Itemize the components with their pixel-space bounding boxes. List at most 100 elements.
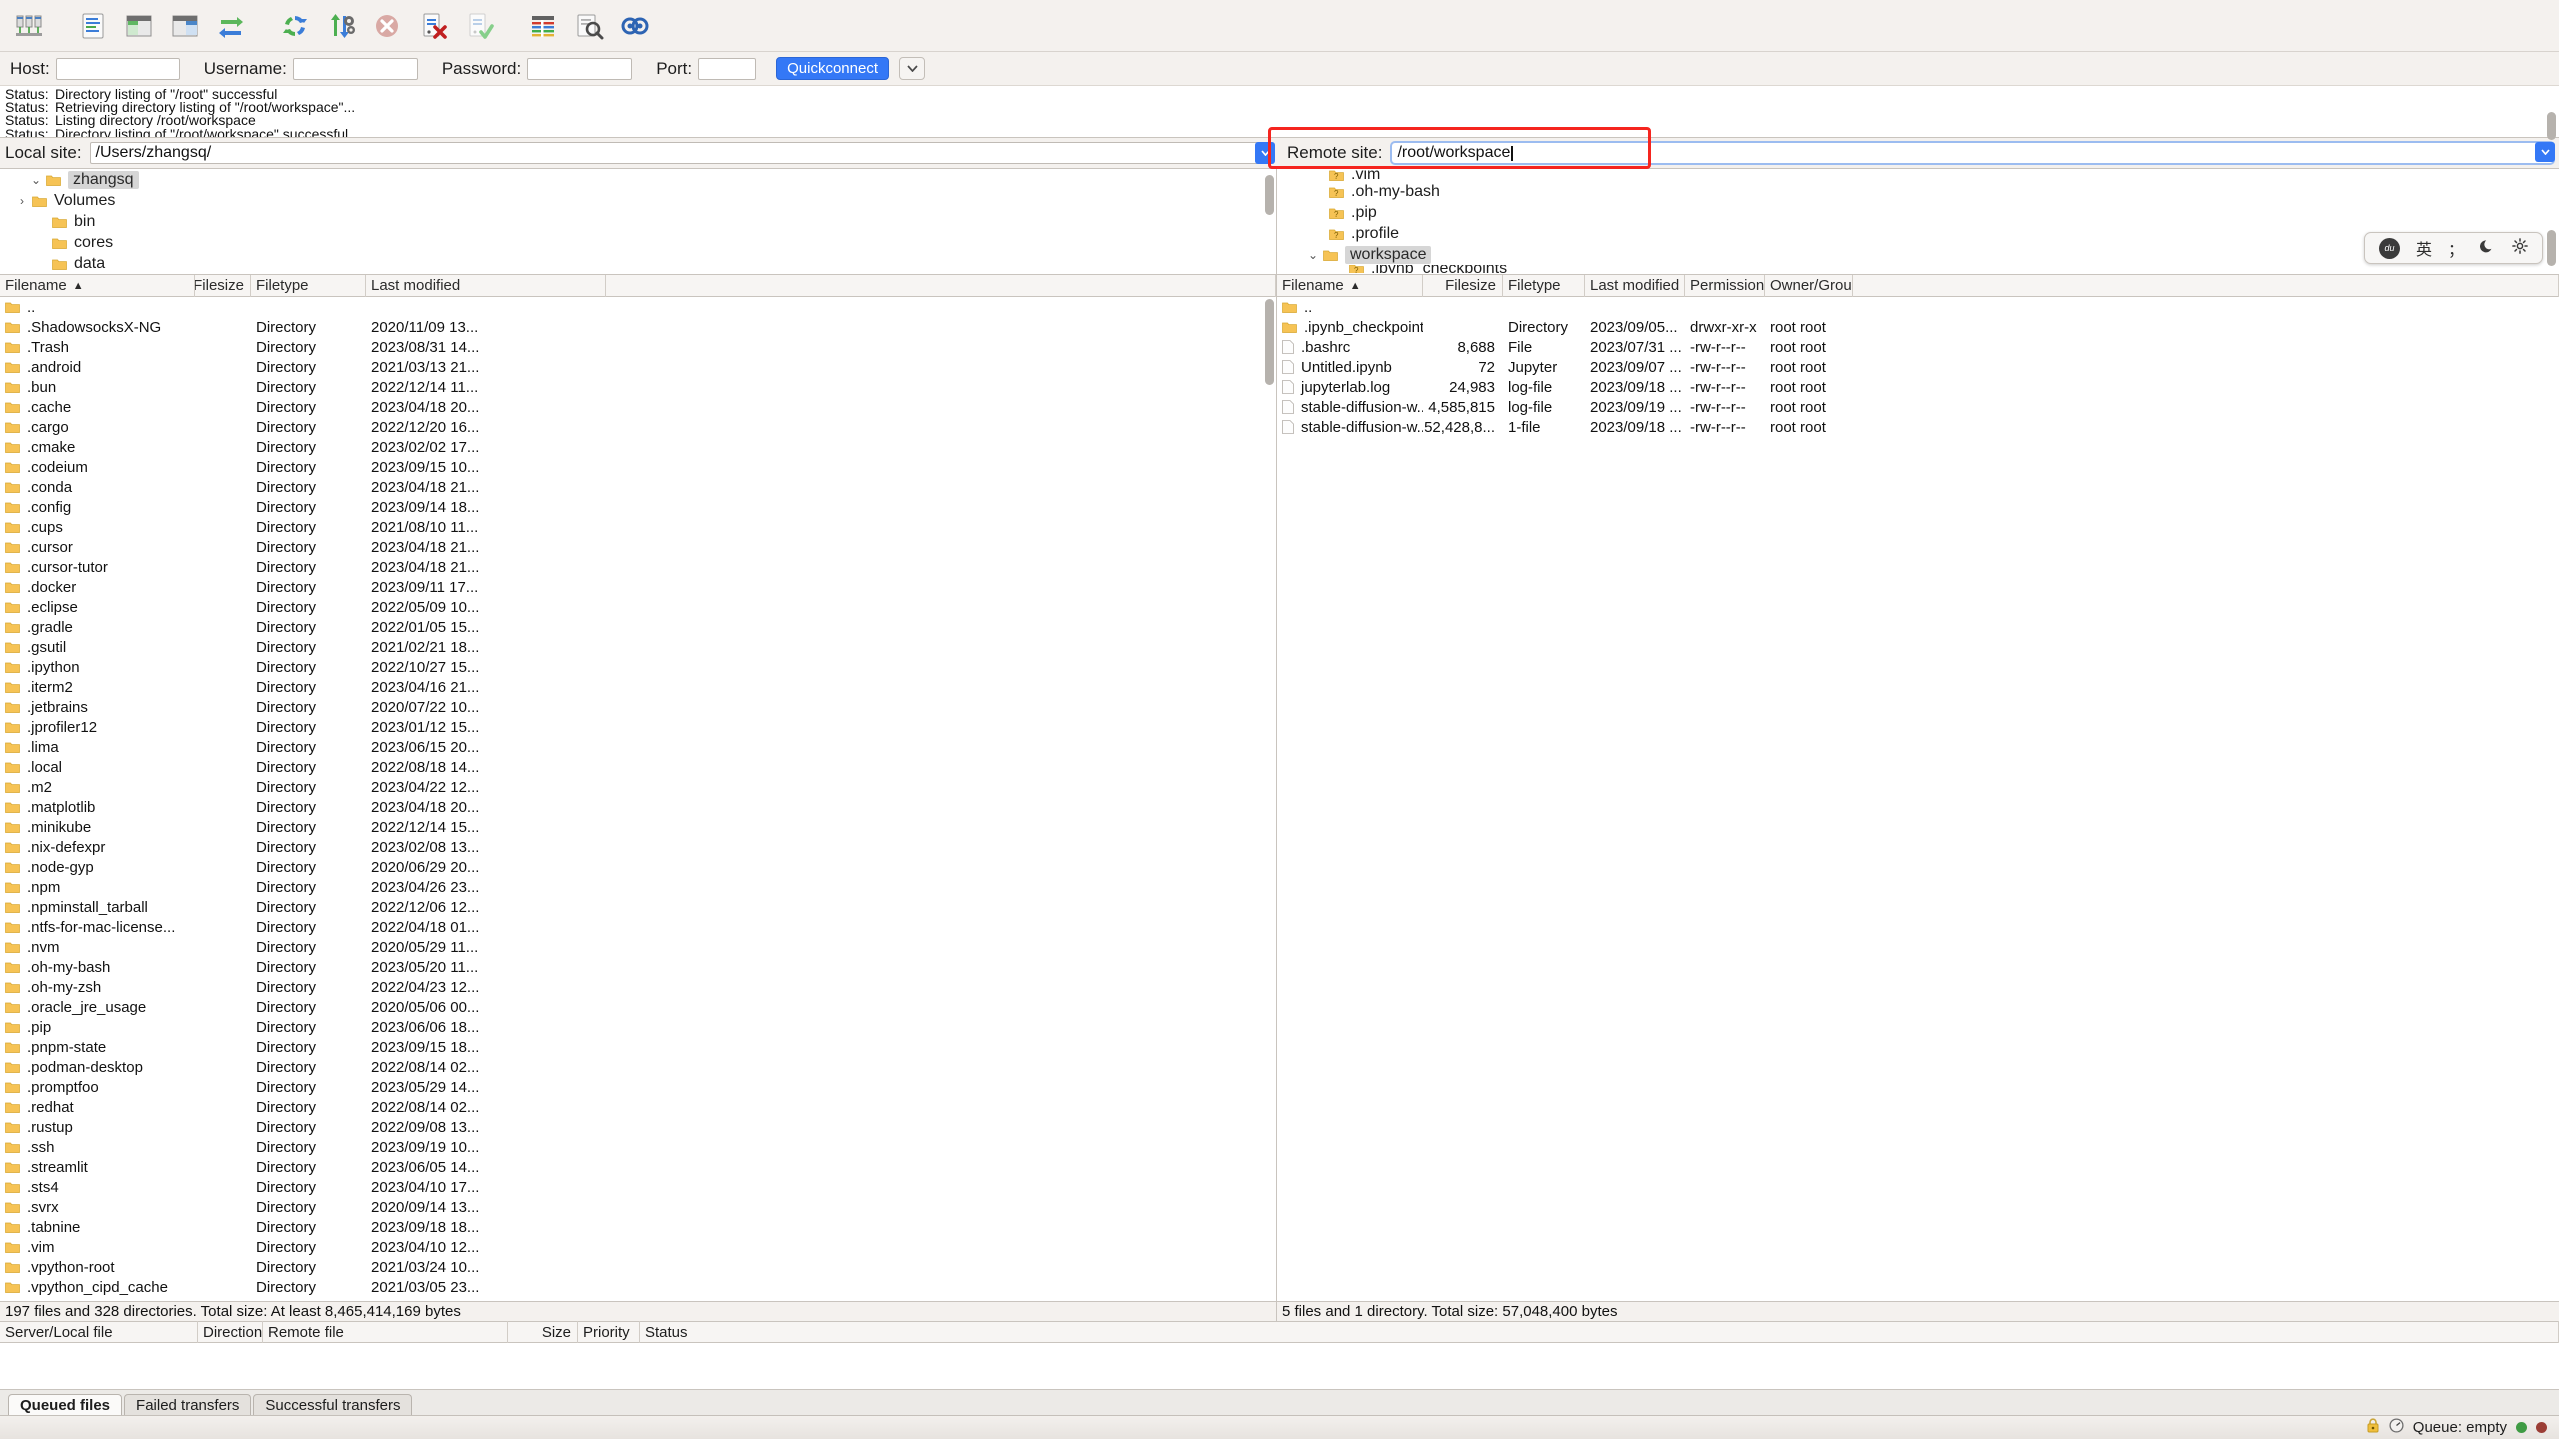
column-header-filename[interactable]: Filename ▲ [1277, 274, 1423, 297]
toggle-local-tree-icon[interactable] [118, 5, 160, 47]
quickconnect-button[interactable]: Quickconnect [776, 57, 889, 80]
host-input[interactable] [55, 57, 180, 80]
table-row[interactable]: .android Directory 2021/03/13 21... [0, 357, 1276, 377]
table-row[interactable]: .cargo Directory 2022/12/20 16... [0, 417, 1276, 437]
queue-column-priority[interactable]: Priority [578, 1321, 640, 1343]
toggle-transfer-queue-icon[interactable] [210, 5, 252, 47]
table-row[interactable]: .redhat Directory 2022/08/14 02... [0, 1097, 1276, 1117]
ime-mode-label[interactable]: 英 [2416, 236, 2432, 260]
table-row[interactable]: .ssh Directory 2023/09/19 10... [0, 1137, 1276, 1157]
tree-node[interactable]: ? .vim [1277, 169, 2559, 181]
remote-site-input[interactable]: /root/workspace [1390, 141, 2555, 165]
cancel-icon[interactable] [366, 5, 408, 47]
table-row[interactable]: .codeium Directory 2023/09/15 10... [0, 457, 1276, 477]
table-row[interactable]: .vim Directory 2023/04/10 12... [0, 1237, 1276, 1257]
remote-site-dropdown[interactable] [2535, 142, 2555, 162]
local-list-scrollbar[interactable] [1265, 299, 1274, 385]
table-row[interactable]: Untitled.ipynb 72 Jupyter 2023/09/07 ... -rw… [1277, 357, 2559, 377]
table-row[interactable]: .oracle_jre_usage Directory 2020/05/06 00.… [0, 997, 1276, 1017]
table-row[interactable]: .ipynb_checkpoints Directory 2023/09/05...… [1277, 317, 2559, 337]
table-row[interactable]: .promptfoo Directory 2023/05/29 14... [0, 1077, 1276, 1097]
refresh-icon[interactable] [274, 5, 316, 47]
tree-node[interactable]: cores [0, 232, 1276, 253]
table-row[interactable]: .podman-desktop Directory 2022/08/14 02... [0, 1057, 1276, 1077]
chevron-right-icon[interactable]: › [12, 194, 32, 208]
local-file-rows[interactable]: .. .ShadowsocksX-NG Directory 2020/11/09 13… [0, 297, 1276, 1301]
table-row[interactable]: .cups Directory 2021/08/10 11... [0, 517, 1276, 537]
quickconnect-history-dropdown[interactable] [899, 57, 925, 80]
table-row[interactable]: .ipython Directory 2022/10/27 15... [0, 657, 1276, 677]
table-row[interactable]: .minikube Directory 2022/12/14 15... [0, 817, 1276, 837]
moon-icon[interactable] [2480, 238, 2496, 259]
table-row[interactable]: .rustup Directory 2022/09/08 13... [0, 1117, 1276, 1137]
local-site-input[interactable]: /Users/zhangsq/ [89, 142, 1273, 164]
table-row[interactable]: .local Directory 2022/08/18 14... [0, 757, 1276, 777]
table-row[interactable]: .streamlit Directory 2023/06/05 14... [0, 1157, 1276, 1177]
port-input[interactable] [698, 57, 757, 80]
queue-body[interactable] [0, 1343, 2559, 1389]
column-header-ownergroup[interactable]: Owner/Group [1765, 274, 1853, 297]
table-row[interactable]: .gradle Directory 2022/01/05 15... [0, 617, 1276, 637]
synchronized-browsing-icon[interactable] [614, 5, 656, 47]
table-row[interactable]: .npm Directory 2023/04/26 23... [0, 877, 1276, 897]
table-row[interactable]: .lima Directory 2023/06/15 20... [0, 737, 1276, 757]
table-row[interactable]: .tabnine Directory 2023/09/18 18... [0, 1217, 1276, 1237]
table-row[interactable]: .pip Directory 2023/06/06 18... [0, 1017, 1276, 1037]
table-row[interactable]: .bashrc 8,688 File 2023/07/31 ... -rw-r--r--… [1277, 337, 2559, 357]
local-tree-scrollbar[interactable] [1265, 175, 1274, 215]
filter-icon[interactable] [522, 5, 564, 47]
table-row[interactable]: .config Directory 2023/09/14 18... [0, 497, 1276, 517]
chevron-down-icon[interactable]: ⌄ [26, 173, 46, 187]
table-row[interactable]: .nix-defexpr Directory 2023/02/08 13... [0, 837, 1276, 857]
chevron-down-icon[interactable]: ⌄ [1303, 248, 1323, 262]
table-row[interactable]: .sts4 Directory 2023/04/10 17... [0, 1177, 1276, 1197]
gear-icon[interactable] [2512, 237, 2528, 259]
table-row[interactable]: .oh-my-zsh Directory 2022/04/23 12... [0, 977, 1276, 997]
table-row[interactable]: .pnpm-state Directory 2023/09/15 18... [0, 1037, 1276, 1057]
table-row[interactable]: .nvm Directory 2020/05/29 11... [0, 937, 1276, 957]
password-input[interactable] [527, 57, 633, 80]
tree-node[interactable]: ? .pip [1277, 202, 2559, 223]
column-header-permissions[interactable]: Permissions [1685, 274, 1765, 297]
tab-successful-transfers[interactable]: Successful transfers [253, 1394, 413, 1415]
table-row[interactable]: .matplotlib Directory 2023/04/18 20... [0, 797, 1276, 817]
queue-column-direction[interactable]: Direction [198, 1321, 263, 1343]
table-row[interactable]: .svrx Directory 2020/09/14 13... [0, 1197, 1276, 1217]
table-row[interactable]: .ntfs-for-mac-license... Directory 2022/04… [0, 917, 1276, 937]
tree-node[interactable]: data [0, 253, 1276, 274]
ime-punctuation-label[interactable]: ； [2448, 236, 2464, 260]
queue-column-size[interactable]: Size [508, 1321, 578, 1343]
table-row[interactable]: .oh-my-bash Directory 2023/05/20 11... [0, 957, 1276, 977]
tab-failed-transfers[interactable]: Failed transfers [124, 1394, 252, 1415]
tree-node[interactable]: › Volumes [0, 190, 1276, 211]
column-header-filesize[interactable]: Filesize [195, 274, 251, 297]
table-row[interactable]: .Trash Directory 2023/08/31 14... [0, 337, 1276, 357]
table-row[interactable]: .cursor Directory 2023/04/18 21... [0, 537, 1276, 557]
table-row[interactable]: .m2 Directory 2023/04/22 12... [0, 777, 1276, 797]
table-row[interactable]: .ShadowsocksX-NG Directory 2020/11/09 13..… [0, 317, 1276, 337]
speed-limit-icon[interactable] [2389, 1418, 2404, 1437]
username-input[interactable] [292, 57, 418, 80]
ime-floating-bar[interactable]: du 英 ； [2363, 232, 2543, 264]
column-header-filename[interactable]: Filename ▲ [0, 274, 195, 297]
search-icon[interactable] [568, 5, 610, 47]
table-row[interactable]: jupyterlab.log 24,983 log-file 2023/09/18 .… [1277, 377, 2559, 397]
table-row[interactable]: .node-gyp Directory 2020/06/29 20... [0, 857, 1276, 877]
message-log[interactable]: Status: Directory listing of "/root" suc… [0, 86, 2559, 138]
disconnect-icon[interactable] [412, 5, 454, 47]
column-header-filesize[interactable]: Filesize [1423, 274, 1503, 297]
queue-column-status[interactable]: Status [640, 1321, 2559, 1343]
table-row[interactable]: .. [1277, 297, 2559, 317]
queue-column-serverlocal[interactable]: Server/Local file [0, 1321, 198, 1343]
tab-queued-files[interactable]: Queued files [8, 1394, 123, 1415]
table-row[interactable]: .gsutil Directory 2021/02/21 18... [0, 637, 1276, 657]
table-row[interactable]: .cursor-tutor Directory 2023/04/18 21... [0, 557, 1276, 577]
table-row[interactable]: .jprofiler12 Directory 2023/01/12 15... [0, 717, 1276, 737]
reconnect-icon[interactable] [458, 5, 500, 47]
toggle-remote-tree-icon[interactable] [164, 5, 206, 47]
column-header-filetype[interactable]: Filetype [251, 274, 366, 297]
tree-node[interactable]: bin [0, 211, 1276, 232]
table-row[interactable]: stable-diffusion-w... 4,585,815 log-file 20… [1277, 397, 2559, 417]
table-row[interactable]: .cmake Directory 2023/02/02 17... [0, 437, 1276, 457]
table-row[interactable]: .vpython-root Directory 2021/03/24 10... [0, 1257, 1276, 1277]
